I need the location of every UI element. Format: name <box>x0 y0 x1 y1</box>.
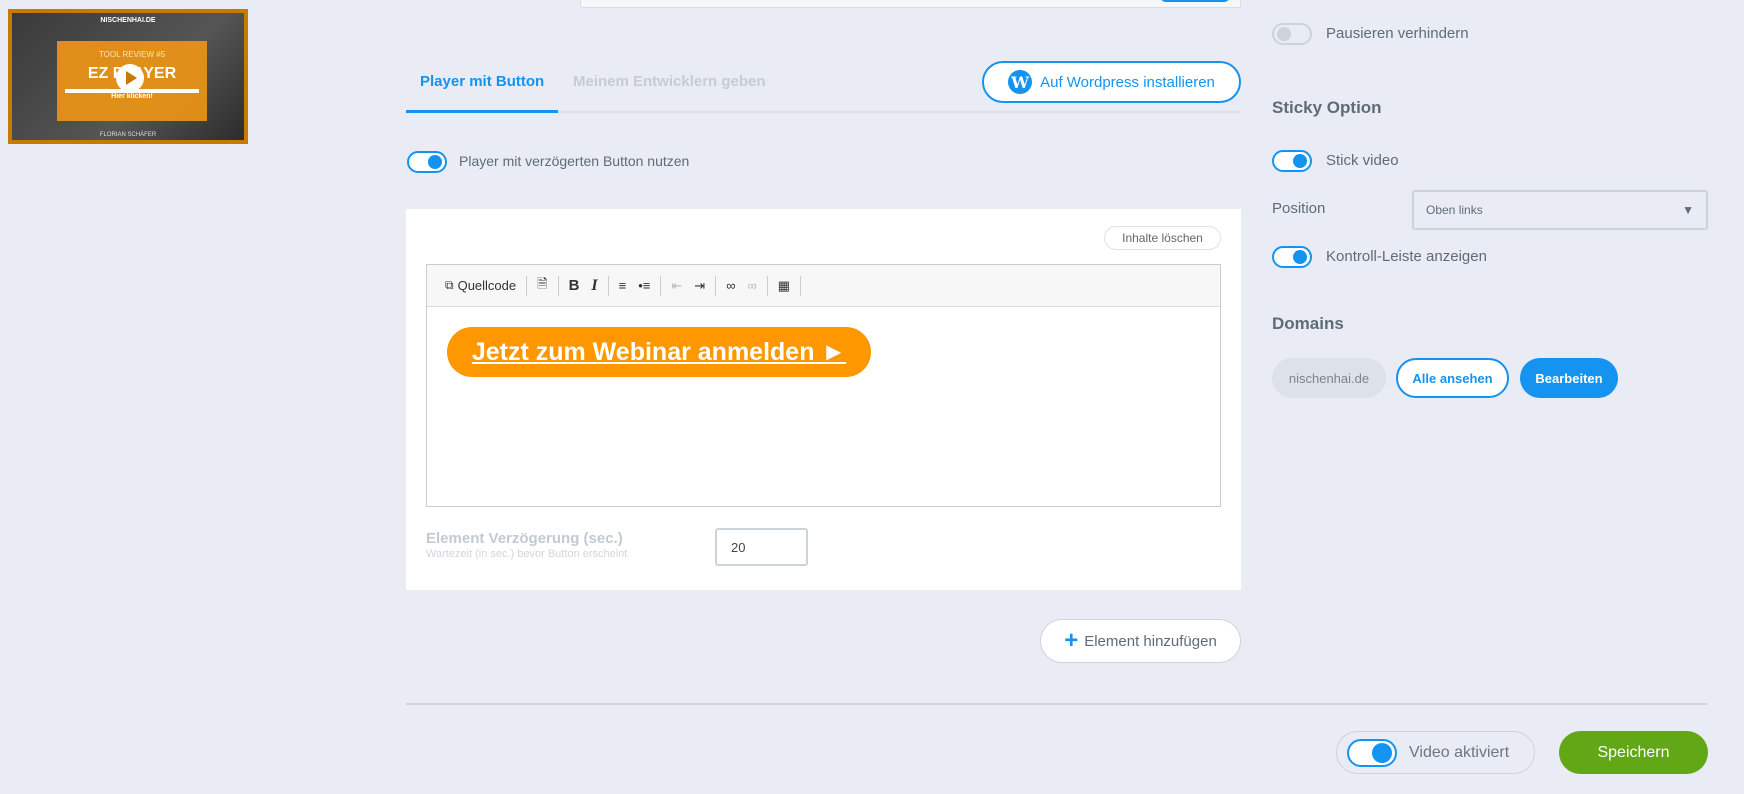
delay-label: Element Verzögerung (sec.) <box>426 530 623 547</box>
install-wordpress-button[interactable]: W Auf Wordpress installieren <box>982 61 1241 103</box>
bold-icon[interactable]: B <box>563 274 586 298</box>
delay-hint: Wartezeit (in sec.) bevor Button erschei… <box>426 548 628 560</box>
play-icon[interactable] <box>116 64 144 92</box>
indent-icon[interactable]: ⇥ <box>688 274 711 298</box>
stick-video-toggle[interactable] <box>1272 150 1312 172</box>
control-bar-toggle[interactable] <box>1272 246 1312 268</box>
top-card <box>580 0 1241 8</box>
thumbnail-cta: Hier klicken! <box>111 93 153 100</box>
source-code-label: Quellcode <box>457 278 517 293</box>
wordpress-icon: W <box>1008 70 1033 94</box>
table-icon[interactable]: ▦ <box>772 274 796 298</box>
thumbnail-site: NISCHENHAI.DE <box>100 17 156 24</box>
italic-icon[interactable]: I <box>585 274 603 298</box>
thumbnail-subtitle: TOOL REVIEW #5 <box>98 50 166 59</box>
delayed-button-label: Player mit verzögerten Button nutzen <box>459 153 690 169</box>
editor-card: Inhalte löschen ⧉ Quellcode 🗎 B I ≡ •≡ ⇤ … <box>406 209 1241 590</box>
add-element-button[interactable]: + Element hinzufügen <box>1040 619 1241 663</box>
top-card-button[interactable] <box>1160 0 1230 2</box>
video-thumbnail[interactable]: NISCHENHAI.DE TOOL REVIEW #5 EZ PLAYER H… <box>8 9 248 144</box>
outdent-icon[interactable]: ⇤ <box>665 274 688 298</box>
save-button[interactable]: Speichern <box>1559 731 1708 774</box>
unlink-icon[interactable]: ∞ <box>741 274 762 298</box>
video-active-toggle-box[interactable]: Video aktiviert <box>1336 731 1535 774</box>
webinar-signup-button[interactable]: Jetzt zum Webinar anmelden ► <box>447 327 871 377</box>
clear-content-button[interactable]: Inhalte löschen <box>1104 226 1221 250</box>
position-select[interactable]: Oben links ▼ <box>1412 190 1708 230</box>
add-element-label: Element hinzufügen <box>1084 632 1217 650</box>
tab-entwickler[interactable]: Meinem Entwicklern geben <box>573 73 766 90</box>
source-code-button[interactable]: ⧉ Quellcode <box>439 274 522 298</box>
plus-icon: + <box>1064 627 1079 654</box>
control-bar-label: Kontroll-Leiste anzeigen <box>1326 248 1487 265</box>
position-value: Oben links <box>1426 203 1483 217</box>
bulleted-list-icon[interactable]: •≡ <box>632 274 656 298</box>
thumbnail-author: FLORIAN SCHÄFER <box>99 132 157 138</box>
stick-video-label: Stick video <box>1326 152 1399 169</box>
video-active-label: Video aktiviert <box>1409 743 1510 761</box>
editor-toolbar: ⧉ Quellcode 🗎 B I ≡ •≡ ⇤ ⇥ ∞ ∞ ▦ <box>427 265 1220 307</box>
document-icon[interactable]: 🗎 <box>531 274 553 298</box>
view-all-domains-button[interactable]: Alle ansehen <box>1396 358 1509 398</box>
numbered-list-icon[interactable]: ≡ <box>613 274 633 298</box>
footer-divider <box>406 703 1707 705</box>
position-label: Position <box>1272 200 1326 217</box>
prevent-pause-toggle[interactable] <box>1272 23 1312 45</box>
delayed-button-toggle[interactable] <box>407 151 447 173</box>
dropdown-arrow-icon: ▼ <box>1682 203 1694 217</box>
tab-player-mit-button[interactable]: Player mit Button <box>420 73 544 90</box>
delay-input[interactable] <box>715 528 808 566</box>
tab-active-underline <box>406 110 558 113</box>
source-code-icon: ⧉ <box>445 278 454 292</box>
prevent-pause-label: Pausieren verhindern <box>1326 25 1469 42</box>
rich-text-editor: ⧉ Quellcode 🗎 B I ≡ •≡ ⇤ ⇥ ∞ ∞ ▦ Jetzt zu… <box>426 264 1221 507</box>
link-icon[interactable]: ∞ <box>720 274 741 298</box>
install-wordpress-label: Auf Wordpress installieren <box>1040 73 1215 91</box>
domains-heading: Domains <box>1272 314 1344 333</box>
domain-chip: nischenhai.de <box>1272 358 1386 398</box>
video-active-toggle[interactable] <box>1347 738 1397 767</box>
sticky-option-heading: Sticky Option <box>1272 98 1382 117</box>
edit-domains-button[interactable]: Bearbeiten <box>1520 358 1618 398</box>
